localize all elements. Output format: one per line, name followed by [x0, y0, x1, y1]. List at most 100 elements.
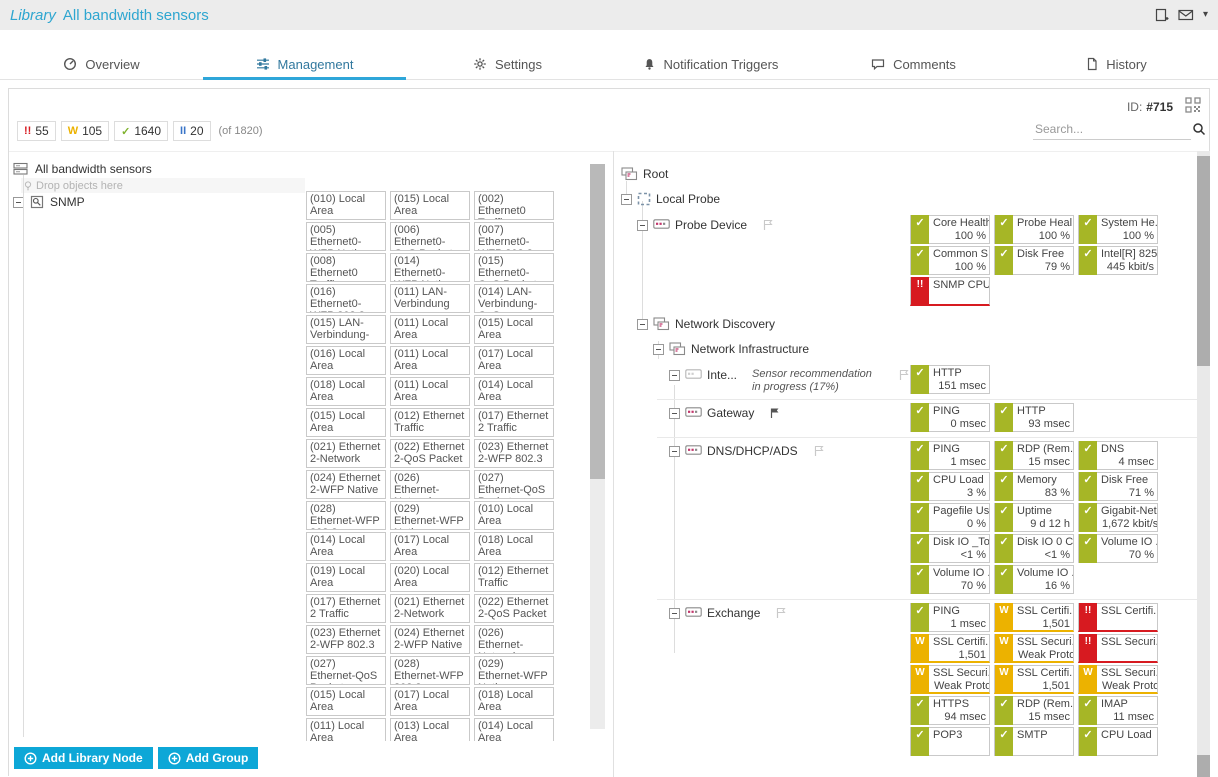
sensor-box[interactable]: ✓ CPU Load [1078, 727, 1158, 756]
library-sensor-item[interactable]: (012) Ethernet Traffic [474, 563, 554, 592]
collapse-toggle[interactable] [669, 370, 680, 381]
sensor-box[interactable]: ✓ DNS 4 msec [1078, 441, 1158, 470]
library-sensor-item[interactable]: (014) LAN-Verbindung-QoS [474, 284, 554, 313]
library-sensor-item[interactable]: (010) Local Area [474, 501, 554, 530]
sensor-box[interactable]: ✓ HTTPS 94 msec [910, 696, 990, 725]
library-sensor-item[interactable]: (015) Local Area [390, 191, 470, 220]
library-sensor-item[interactable]: (011) Local Area [390, 315, 470, 344]
tree-node-dns-dhcp-ads[interactable]: DNS/DHCP/ADS [615, 439, 910, 599]
library-sensor-item[interactable]: (012) Ethernet Traffic [390, 408, 470, 437]
sensor-box[interactable]: W SSL Securi... Weak Proto... [994, 634, 1074, 663]
tab-management[interactable]: Management [203, 49, 406, 79]
library-sensor-item[interactable]: (007) Ethernet0-WFP 802.3 [474, 222, 554, 251]
sensor-box[interactable]: !! SSL Certifi... [1078, 603, 1158, 632]
library-sensor-item[interactable]: (018) Local Area [306, 377, 386, 406]
caret-down-icon[interactable]: ▾ [1203, 10, 1208, 20]
sensor-box[interactable]: ✓ Uptime 9 d 12 h [994, 503, 1074, 532]
tree-node-inte[interactable]: Inte...Sensor recommendation in progress… [615, 363, 910, 399]
sensor-box[interactable]: W SSL Securi... Weak Proto... [1078, 665, 1158, 694]
sensor-box[interactable]: ✓ Volume IO ... 70 % [1078, 534, 1158, 563]
sensor-box[interactable]: ✓ Disk IO 0 C: <1 % [994, 534, 1074, 563]
library-sensor-item[interactable]: (027) Ethernet-QoS Packet [306, 656, 386, 685]
status-badge[interactable]: !! 55 [17, 121, 56, 141]
library-sensor-item[interactable]: (020) Local Area [390, 563, 470, 592]
library-sensor-item[interactable]: (028) Ethernet-WFP 802.3 [306, 501, 386, 530]
library-sensor-item[interactable]: (018) Local Area [474, 687, 554, 716]
tree-node-exchange[interactable]: Exchange [615, 601, 910, 761]
sensor-box[interactable]: ✓ Memory 83 % [994, 472, 1074, 501]
library-sensor-item[interactable]: (011) Local Area [306, 718, 386, 741]
sensor-box[interactable]: ✓ Pagefile Us... 0 % [910, 503, 990, 532]
sensor-box[interactable]: ✓ RDP (Rem... 15 msec [994, 441, 1074, 470]
library-sensor-item[interactable]: (018) Local Area [474, 532, 554, 561]
search-input[interactable] [1033, 119, 1192, 139]
library-sensor-item[interactable]: (008) Ethernet0 Traffic [306, 253, 386, 282]
library-sensor-item[interactable]: (010) Local Area [306, 191, 386, 220]
sensor-box[interactable]: ✓ HTTP 93 msec [994, 403, 1074, 432]
sensor-box[interactable]: !! SSL Securi... [1078, 634, 1158, 663]
scrollbar-thumb[interactable] [1197, 156, 1210, 366]
tab-history[interactable]: History [1015, 49, 1218, 79]
tree-node-gateway[interactable]: Gateway [615, 401, 910, 437]
tree-node-local-probe[interactable]: Local Probe [615, 186, 1197, 211]
library-node-snmp[interactable]: SNMP [13, 194, 305, 210]
library-sensor-item[interactable]: (026) Ethernet-Network [390, 470, 470, 499]
collapse-toggle[interactable] [637, 319, 648, 330]
library-sensor-item[interactable]: (027) Ethernet-QoS Packet [474, 470, 554, 499]
library-sensor-item[interactable]: (021) Ethernet 2-Network [306, 439, 386, 468]
status-badge[interactable]: ✓ 1640 [114, 121, 168, 141]
sensor-box[interactable]: ✓ Disk Free 71 % [1078, 472, 1158, 501]
sensor-box[interactable]: ✓ Common S... 100 % [910, 246, 990, 275]
library-sensor-item[interactable]: (022) Ethernet 2-QoS Packet [474, 594, 554, 623]
library-sensor-item[interactable]: (017) Local Area [474, 346, 554, 375]
sensor-box[interactable]: W SSL Certifi... 1,501 [910, 634, 990, 663]
tree-node-probe-device[interactable]: Probe Device [615, 213, 910, 311]
flag-icon[interactable] [769, 407, 781, 419]
library-sensor-item[interactable]: (021) Ethernet 2-Network [390, 594, 470, 623]
library-sensor-item[interactable]: (011) LAN-Verbindung [390, 284, 470, 313]
sensor-box[interactable]: W SSL Securi... Weak Proto... [910, 665, 990, 694]
flag-icon[interactable] [775, 607, 787, 619]
library-sensor-item[interactable]: (015) Ethernet0-QoS Packet [474, 253, 554, 282]
sensor-box[interactable]: ✓ POP3 [910, 727, 990, 756]
library-sensor-item[interactable]: (014) Local Area [474, 718, 554, 741]
sensor-box[interactable]: ✓ SMTP [994, 727, 1074, 756]
library-sensor-item[interactable]: (013) Local Area [390, 718, 470, 741]
qr-code-icon[interactable] [1185, 97, 1201, 113]
library-sensor-item[interactable]: (017) Local Area [390, 532, 470, 561]
library-sensor-item[interactable]: (006) Ethernet0-QoS Packet [390, 222, 470, 251]
library-root-node[interactable]: All bandwidth sensors [13, 161, 305, 177]
library-sensor-item[interactable]: (017) Ethernet 2 Traffic [306, 594, 386, 623]
sensor-box[interactable]: ✓ PING 1 msec [910, 441, 990, 470]
sensor-box[interactable]: ✓ Core Health 100 % [910, 215, 990, 244]
flag-icon[interactable] [762, 219, 774, 231]
library-sensor-item[interactable]: (015) LAN-Verbindung- [306, 315, 386, 344]
search-icon[interactable] [1192, 122, 1206, 136]
library-sensor-item[interactable]: (024) Ethernet 2-WFP Native [390, 625, 470, 654]
library-sensor-item[interactable]: (024) Ethernet 2-WFP Native [306, 470, 386, 499]
drop-target[interactable]: Drop objects here [21, 178, 305, 193]
sensor-box[interactable]: !! SNMP CPU... [910, 277, 990, 306]
sensor-box[interactable]: ✓ System He... 100 % [1078, 215, 1158, 244]
library-sensor-item[interactable]: (026) Ethernet-Network [474, 625, 554, 654]
library-sensor-item[interactable]: (029) Ethernet-WFP Native [474, 656, 554, 685]
status-badge[interactable]: W 105 [61, 121, 109, 141]
sensor-box[interactable]: ✓ IMAP 11 msec [1078, 696, 1158, 725]
sensor-box[interactable]: ✓ RDP (Rem... 15 msec [994, 696, 1074, 725]
library-sensor-item[interactable]: (011) Local Area [390, 346, 470, 375]
add-group-button[interactable]: Add Group [158, 747, 259, 769]
sensor-box[interactable]: ✓ Volume IO ... 70 % [910, 565, 990, 594]
sensor-box[interactable]: ✓ Probe Heal... 100 % [994, 215, 1074, 244]
sensor-box[interactable]: ✓ PING 1 msec [910, 603, 990, 632]
library-sensor-item[interactable]: (028) Ethernet-WFP 802.3 [390, 656, 470, 685]
library-sensor-item[interactable]: (017) Local Area [390, 687, 470, 716]
sensor-box[interactable]: ✓ PING 0 msec [910, 403, 990, 432]
collapse-toggle[interactable] [653, 344, 664, 355]
tab-settings[interactable]: Settings [406, 49, 609, 79]
tab-notification-triggers[interactable]: Notification Triggers [609, 49, 812, 79]
sensor-box[interactable]: ✓ Gigabit-Net... 1,672 kbit/s [1078, 503, 1158, 532]
sensor-box[interactable]: W SSL Certifi... 1,501 [994, 665, 1074, 694]
sensor-box[interactable]: W SSL Certifi... 1,501 [994, 603, 1074, 632]
library-sensor-item[interactable]: (015) Local Area [306, 687, 386, 716]
library-sensor-item[interactable]: (022) Ethernet 2-QoS Packet [390, 439, 470, 468]
